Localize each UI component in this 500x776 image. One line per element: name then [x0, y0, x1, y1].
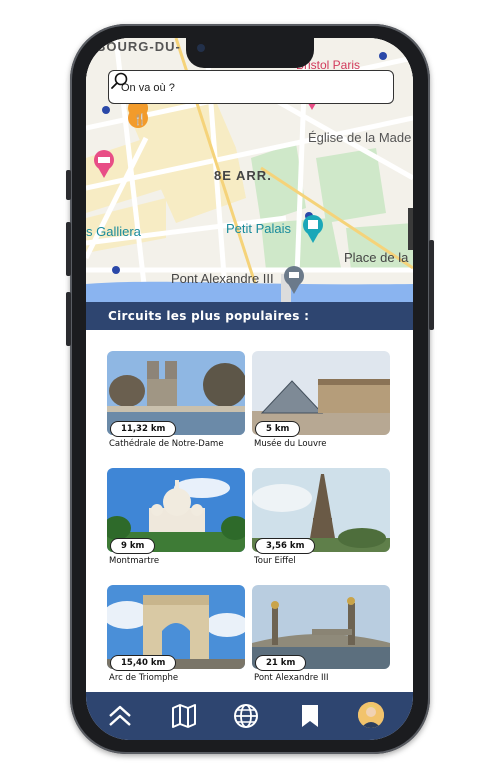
tour-title: Montmartre — [109, 556, 160, 566]
map-label: 8E ARR. — [214, 168, 272, 183]
map-label: Église de la Made — [308, 130, 412, 145]
section-title: Circuits les plus populaires : — [86, 302, 413, 330]
phone-camera — [197, 44, 205, 52]
phone-side-button — [66, 222, 71, 276]
search-icon[interactable] — [109, 71, 129, 91]
tour-distance: 9 km — [110, 538, 156, 554]
map-label: Place de la — [344, 250, 409, 265]
tour-title: Tour Eiffel — [254, 556, 296, 566]
svg-text:🍴: 🍴 — [133, 113, 147, 126]
map-label: Petit Palais — [226, 221, 292, 236]
phone-side-button — [66, 292, 71, 346]
search-input[interactable] — [119, 77, 353, 99]
chevrons-up-icon[interactable] — [106, 702, 134, 730]
tour-title: Musée du Louvre — [254, 439, 327, 449]
map-view[interactable]: 🍴 BOURG-DU- Bristol Paris Église de la M… — [86, 38, 413, 302]
bookmark-icon[interactable] — [296, 702, 324, 730]
user-avatar-icon — [358, 702, 384, 728]
phone-side-button — [429, 240, 434, 330]
app-screen: 🍴 BOURG-DU- Bristol Paris Église de la M… — [86, 38, 413, 740]
tour-distance: 3,56 km — [255, 538, 316, 554]
tour-title: Arc de Triomphe — [109, 673, 179, 683]
map-icon[interactable] — [170, 702, 198, 730]
tour-title: Pont Alexandre III — [254, 673, 329, 683]
map-label: Pont Alexandre III — [171, 271, 274, 286]
bottom-nav — [86, 692, 413, 740]
map-label: s Galliera — [86, 224, 141, 239]
tour-distance: 21 km — [255, 655, 307, 671]
globe-icon[interactable] — [232, 702, 260, 730]
map-label: BOURG-DU- — [96, 39, 181, 54]
tour-distance: 15,40 km — [110, 655, 177, 671]
phone-side-button — [66, 170, 71, 200]
tour-title: Cathédrale de Notre-Dame — [109, 439, 224, 449]
tour-distance: 11,32 km — [110, 421, 177, 437]
phone-notch — [186, 38, 314, 68]
search-bar[interactable] — [108, 70, 394, 104]
tours-list[interactable]: 11,32 km Cathédrale de Notre-Dame 5 km M… — [86, 330, 413, 692]
tour-distance: 5 km — [255, 421, 301, 437]
avatar[interactable] — [358, 702, 384, 728]
